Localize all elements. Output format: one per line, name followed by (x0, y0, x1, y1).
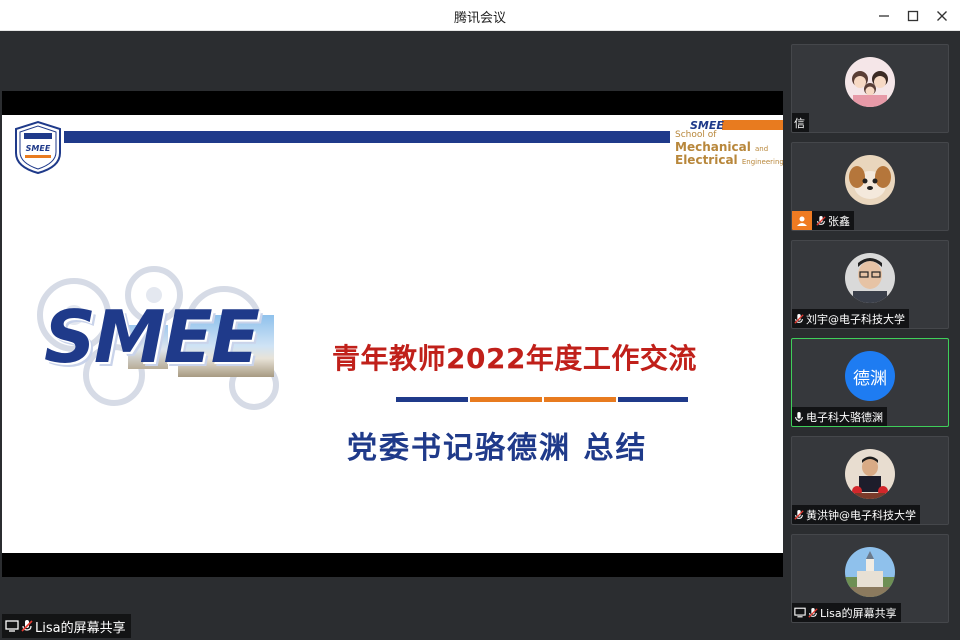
screen-share-icon (794, 607, 806, 618)
screen-share-icon (5, 620, 19, 632)
participant-name: 信 (794, 116, 805, 130)
divider-segment (618, 397, 688, 402)
maximize-icon (907, 10, 919, 22)
window-title: 腾讯会议 (453, 11, 506, 26)
mic-muted-icon (21, 619, 33, 633)
building-avatar (845, 547, 895, 597)
minimize-button[interactable] (874, 6, 894, 26)
man-at-podium-avatar (845, 449, 895, 499)
screen-share-label-text: Lisa的屏幕共享 (35, 620, 126, 636)
participant-tile-speaking[interactable]: 德渊 电子科大骆德渊 (791, 338, 949, 427)
participant-name: Lisa的屏幕共享 (820, 606, 897, 620)
participant-name-tag: Lisa的屏幕共享 (792, 603, 901, 622)
minimize-icon (879, 15, 889, 17)
participants-panel: 信 张鑫 刘宇@电子科技大学 德渊 电子科大骆德渊 黄洪钟@电子科技大学 Lis… (783, 31, 960, 640)
man-with-glasses-avatar (845, 253, 895, 303)
mic-muted-icon (816, 215, 826, 227)
maximize-button[interactable] (903, 6, 923, 26)
participant-name-tag: 信 (792, 113, 809, 132)
close-icon (937, 11, 947, 21)
participant-tile[interactable]: 信 (791, 44, 949, 133)
participant-name: 刘宇@电子科技大学 (806, 312, 905, 326)
mic-icon (794, 411, 804, 423)
participant-name-tag: 黄洪钟@电子科技大学 (792, 505, 920, 524)
puppy-avatar (845, 155, 895, 205)
school-line-3: Electrical Engineering (675, 153, 783, 168)
participant-tile[interactable]: 张鑫 (791, 142, 949, 231)
letterbox-bottom (2, 553, 783, 577)
host-icon (792, 211, 812, 230)
mic-muted-icon (794, 313, 804, 325)
title-bar: 腾讯会议 (0, 0, 960, 31)
cartoon-family-avatar (845, 57, 895, 107)
participant-tile[interactable]: 刘宇@电子科技大学 (791, 240, 949, 329)
meeting-area: SMEE SMEE School of Mechanical and Elect… (0, 31, 960, 640)
letterbox-top (2, 91, 783, 115)
presentation-slide: SMEE SMEE School of Mechanical and Elect… (2, 115, 783, 553)
participant-name: 黄洪钟@电子科技大学 (806, 508, 916, 522)
participant-name-tag: 刘宇@电子科技大学 (792, 309, 909, 328)
participant-name: 张鑫 (828, 214, 850, 228)
participant-name-tag: 张鑫 (792, 211, 854, 230)
slide-header-accent (722, 120, 783, 130)
participant-name: 电子科大骆德渊 (806, 410, 883, 424)
participant-name-tag: 电子科大骆德渊 (792, 407, 887, 426)
slide-headline: 青年教师2022年度工作交流 (332, 342, 697, 375)
divider-segment (396, 397, 468, 402)
university-emblem-icon: SMEE (15, 120, 61, 175)
school-name: School of Mechanical and Electrical Engi… (675, 130, 783, 168)
divider-segment (470, 397, 542, 402)
close-button[interactable] (932, 6, 952, 26)
divider-segment (544, 397, 616, 402)
participant-tile[interactable]: Lisa的屏幕共享 (791, 534, 949, 623)
screen-share-label: Lisa的屏幕共享 (2, 614, 131, 638)
svg-text:SMEE: SMEE (26, 144, 51, 153)
participant-tile[interactable]: 黄洪钟@电子科技大学 (791, 436, 949, 525)
text-avatar: 德渊 (845, 351, 895, 401)
slide-subline: 党委书记骆德渊 总结 (347, 431, 648, 466)
mic-muted-icon (794, 509, 804, 521)
mic-muted-icon (808, 607, 818, 619)
slide-header-band (64, 131, 670, 143)
smee-logo-large: SMEE (44, 295, 260, 379)
